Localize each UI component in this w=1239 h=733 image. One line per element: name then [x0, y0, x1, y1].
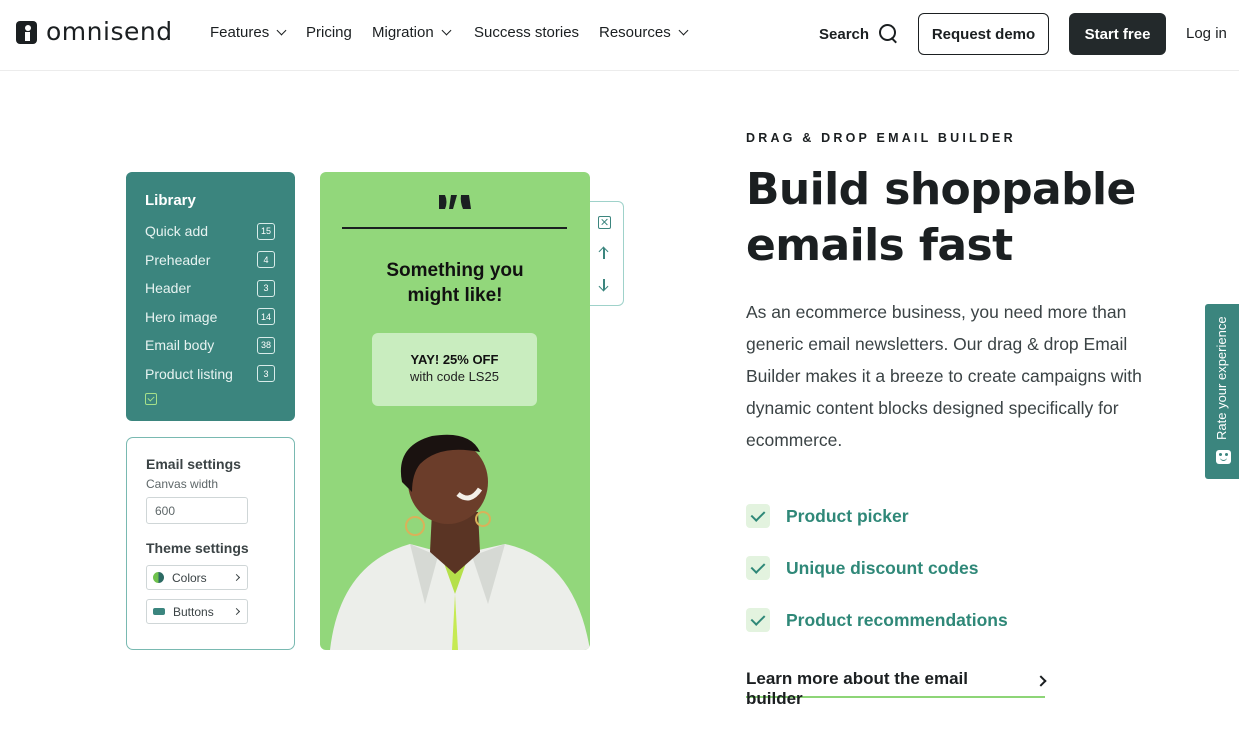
omnisend-logo-icon — [16, 20, 37, 44]
library-item-product-listing: Product listing 3 — [145, 360, 275, 389]
library-item-label: Quick add — [145, 223, 209, 240]
nav-features[interactable]: Features — [210, 24, 287, 41]
nav-resources-label: Resources — [599, 24, 671, 41]
chevron-right-icon — [232, 607, 241, 616]
checkmark-icon — [746, 504, 770, 528]
page-title-line2: emails fast — [746, 220, 1013, 271]
delete-block-icon — [598, 216, 611, 229]
nav-features-label: Features — [210, 24, 270, 41]
search-button[interactable]: Search — [819, 24, 899, 44]
colors-setting: Colors — [146, 565, 248, 590]
email-headline-line2: might like! — [407, 285, 503, 306]
feature-label: Unique discount codes — [786, 557, 979, 578]
library-item-label: Email body — [145, 337, 215, 354]
settings-panel: Email settings Canvas width 600 Theme se… — [126, 437, 295, 650]
section-eyebrow: DRAG & DROP EMAIL BUILDER — [746, 131, 1016, 145]
color-swatch-icon — [153, 572, 164, 583]
nav-success-stories[interactable]: Success stories — [474, 24, 579, 41]
chevron-down-icon — [276, 25, 287, 36]
library-item-hero-image: Hero image 14 — [145, 303, 275, 332]
feature-label: Product recommendations — [786, 609, 1008, 630]
buttons-label: Buttons — [173, 604, 214, 619]
nav-resources[interactable]: Resources — [599, 24, 689, 41]
email-headline: Something you might like! — [320, 258, 590, 308]
section-description: As an ecommerce business, you need more … — [746, 302, 1142, 450]
promo-offer: YAY! 25% OFF — [410, 352, 499, 367]
email-preview: Something you might like! YAY! 25% OFF w… — [320, 172, 590, 650]
library-item-preheader: Preheader 4 — [145, 246, 275, 275]
chevron-down-icon — [441, 25, 452, 36]
canvas-width-input: 600 — [146, 497, 248, 524]
page-title: Build shoppable emails fast — [746, 162, 1206, 274]
nav-success-stories-label: Success stories — [474, 24, 580, 41]
arrow-down-icon — [603, 279, 605, 290]
library-item-header: Header 3 — [145, 274, 275, 303]
library-title: Library — [145, 192, 196, 209]
library-item-quick-add: Quick add 15 — [145, 217, 275, 246]
theme-settings-title: Theme settings — [146, 540, 249, 556]
library-item-label: Header — [145, 280, 191, 297]
email-settings-title: Email settings — [146, 456, 241, 472]
library-item-label: Hero image — [145, 308, 218, 325]
search-icon — [879, 24, 899, 44]
arrow-up-icon — [603, 248, 605, 259]
nav-pricing-label: Pricing — [306, 24, 352, 41]
promo-code: with code LS25 — [410, 369, 499, 384]
store-logo-icon — [439, 195, 471, 209]
search-label: Search — [819, 25, 870, 43]
request-demo-button[interactable]: Request demo — [918, 13, 1049, 55]
feature-item-discount-codes: Unique discount codes — [746, 542, 1008, 594]
library-item-count: 15 — [257, 222, 275, 240]
library-item-count: 3 — [257, 279, 275, 297]
library-panel: Library Quick add 15 Preheader 4 Header … — [126, 172, 295, 421]
colors-label: Colors — [172, 570, 207, 585]
learn-more-link[interactable]: Learn more about the email builder — [746, 669, 1047, 708]
promo-code-block: YAY! 25% OFF with code LS25 — [372, 333, 537, 406]
email-headline-line1: Something you — [386, 260, 524, 281]
log-in-link[interactable]: Log in — [1186, 25, 1227, 42]
canvas-width-label: Canvas width — [146, 477, 219, 491]
library-item-count: 4 — [257, 251, 275, 269]
smiley-icon — [1216, 450, 1231, 464]
nav-migration[interactable]: Migration — [372, 24, 452, 41]
checkbox-icon — [145, 393, 157, 405]
chevron-right-icon — [1035, 675, 1047, 687]
nav-pricing[interactable]: Pricing — [306, 24, 352, 41]
chevron-right-icon — [232, 573, 241, 582]
top-navigation: omnisend Features Pricing Migration Succ… — [0, 0, 1239, 71]
library-item-label: Product listing — [145, 365, 233, 382]
brand-name: omnisend — [46, 17, 173, 46]
hero-photo — [330, 434, 590, 650]
library-item-count: 14 — [257, 308, 275, 326]
nav-migration-label: Migration — [372, 24, 434, 41]
omnisend-logo[interactable]: omnisend — [16, 17, 173, 46]
button-swatch-icon — [153, 608, 165, 615]
library-item-count: 3 — [257, 365, 275, 383]
feature-label: Product picker — [786, 505, 909, 526]
checkmark-icon — [746, 608, 770, 632]
library-item-count: 38 — [257, 336, 275, 354]
buttons-setting: Buttons — [146, 599, 248, 624]
learn-more-label: Learn more about the email builder — [746, 669, 968, 708]
page-title-line1: Build shoppable — [746, 164, 1136, 215]
start-free-button[interactable]: Start free — [1069, 13, 1166, 55]
feedback-label: Rate your experience — [1214, 316, 1229, 440]
feature-item-product-picker: Product picker — [746, 490, 1008, 542]
feedback-tab[interactable]: Rate your experience — [1205, 304, 1239, 479]
feature-list: Product picker Unique discount codes Pro… — [746, 490, 1008, 646]
feature-item-recommendations: Product recommendations — [746, 594, 1008, 646]
block-toolbar — [590, 201, 624, 306]
library-item-label: Preheader — [145, 251, 211, 268]
library-item-email-body: Email body 38 — [145, 331, 275, 360]
chevron-down-icon — [678, 25, 689, 36]
email-divider — [342, 227, 567, 229]
checkmark-icon — [746, 556, 770, 580]
